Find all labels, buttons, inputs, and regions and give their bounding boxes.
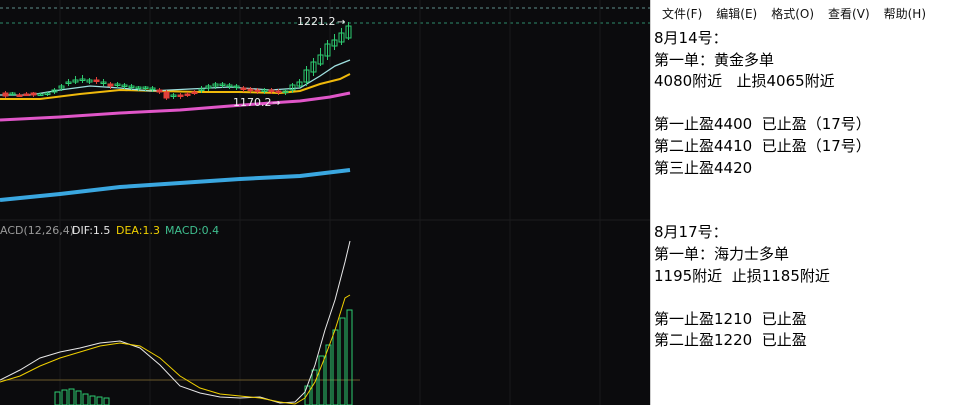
candle-body xyxy=(2,92,9,97)
macd-dea-line xyxy=(0,294,351,405)
high-price-arrow-icon: → xyxy=(337,17,345,28)
macd-bar xyxy=(82,393,89,405)
candle-body xyxy=(240,87,247,90)
note-line: 4080附近 止损4065附近 xyxy=(654,72,835,91)
note-line: 1195附近 止损1185附近 xyxy=(654,266,830,285)
trading-chart-panel[interactable]: 1221.2 → 1170.2 → ACD(12,26,4) DIF:1.5 D… xyxy=(0,0,650,405)
menu-format[interactable]: 格式(O) xyxy=(764,3,821,24)
macd-bar xyxy=(346,309,353,405)
note-line: 第一单：海力士多单 xyxy=(654,244,790,263)
notepad-text-area[interactable]: 8月14号： 第一单：黄金多单 4080附近 止损4065附近 第一止盈4400… xyxy=(651,26,965,352)
macd-dea-label: DEA:1.3 xyxy=(116,224,160,237)
menu-help[interactable]: 帮助(H) xyxy=(877,3,933,24)
low-price-arrow-icon: → xyxy=(272,98,280,109)
menu-edit[interactable]: 编辑(E) xyxy=(709,3,764,24)
menu-view[interactable]: 查看(V) xyxy=(821,3,877,24)
candlestick-chart[interactable]: 1221.2 → 1170.2 → ACD(12,26,4) DIF:1.5 D… xyxy=(0,0,650,405)
candle-body xyxy=(156,89,163,93)
macd-bar xyxy=(54,391,61,405)
menu-file[interactable]: 文件(F) xyxy=(655,3,709,24)
macd-bar xyxy=(75,390,82,405)
note-line: 第二止盈1220 已止盈 xyxy=(654,331,807,350)
note-line: 8月17号： xyxy=(654,223,728,242)
candle-body xyxy=(93,79,100,82)
notepad-menubar: 文件(F) 编辑(E) 格式(O) 查看(V) 帮助(H) xyxy=(651,0,965,26)
high-price-label: 1221.2 xyxy=(297,15,336,28)
note-line: 第一止盈4400 已止盈（17号） xyxy=(654,115,871,134)
ma-longer-line xyxy=(0,168,351,202)
macd-bar xyxy=(68,388,75,405)
macd-dif-label: DIF:1.5 xyxy=(72,224,110,237)
macd-histogram xyxy=(54,309,353,405)
macd-bar xyxy=(89,395,96,405)
macd-bar xyxy=(103,397,110,405)
candle-body xyxy=(268,89,275,92)
candle-body xyxy=(16,94,23,97)
macd-bar xyxy=(96,396,103,405)
note-line: 第二止盈4410 已止盈（17号） xyxy=(654,136,871,155)
candle-body xyxy=(163,91,170,99)
candle-body xyxy=(254,89,261,92)
candle-body xyxy=(247,88,254,91)
note-line xyxy=(654,179,965,201)
candle-body xyxy=(184,93,191,96)
note-line: 第一单：黄金多单 xyxy=(654,50,775,69)
note-line: 8月14号： xyxy=(654,29,728,47)
candle-body xyxy=(30,92,37,96)
macd-indicator-label[interactable]: ACD(12,26,4) xyxy=(0,224,74,237)
macd-bar xyxy=(61,389,68,405)
candle-body xyxy=(177,94,184,97)
candle-body xyxy=(191,91,198,94)
candle-body xyxy=(23,93,30,96)
note-line: 第一止盈1210 已止盈 xyxy=(654,309,807,328)
macd-dif-line xyxy=(0,240,351,404)
macd-value-label: MACD:0.4 xyxy=(165,224,219,237)
macd-bar xyxy=(332,329,339,405)
note-line xyxy=(654,201,965,223)
notepad-window[interactable]: 文件(F) 编辑(E) 格式(O) 查看(V) 帮助(H) 8月14号： 第一单… xyxy=(650,0,965,405)
note-line xyxy=(654,287,965,309)
low-price-label: 1170.2 xyxy=(233,96,272,109)
candle-body xyxy=(107,83,114,87)
macd-bar xyxy=(311,369,318,405)
note-line xyxy=(654,93,965,115)
macd-bar xyxy=(339,317,346,405)
candle-body xyxy=(275,90,282,93)
note-line: 第三止盈4420 xyxy=(654,158,753,177)
